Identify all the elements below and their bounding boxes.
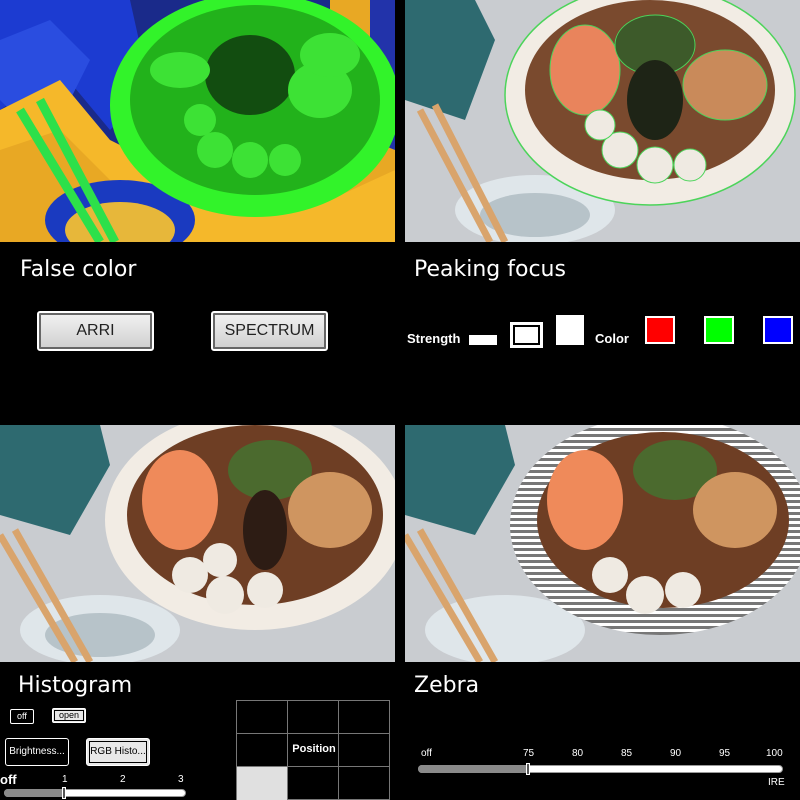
zebra-tick-85: 85 — [621, 748, 633, 759]
position-cell-mid-right[interactable] — [339, 734, 390, 767]
arri-button[interactable]: ARRI — [37, 311, 154, 351]
histogram-tick-1: 1 — [62, 774, 68, 785]
histogram-slider-handle[interactable] — [62, 787, 66, 799]
histogram-tick-3: 3 — [178, 774, 184, 785]
rgb-histogram-button[interactable]: RGB Histo... — [86, 738, 150, 766]
color-red-swatch[interactable] — [645, 316, 675, 344]
position-label: Position — [292, 743, 336, 755]
peaking-focus-title: Peaking focus — [414, 257, 566, 282]
brightness-histogram-button[interactable]: Brightness... — [5, 738, 69, 766]
strength-mid-option[interactable] — [510, 322, 543, 348]
strength-low-option[interactable] — [469, 335, 497, 345]
zebra-slider-fill — [418, 765, 528, 773]
position-cell-bottom-center[interactable] — [288, 767, 339, 800]
strength-high-option[interactable] — [556, 315, 584, 345]
histogram-title: Histogram — [18, 673, 133, 698]
color-blue-swatch[interactable] — [763, 316, 793, 344]
histogram-tick-off: off — [0, 772, 17, 787]
zebra-tick-90: 90 — [670, 748, 682, 759]
color-green-swatch[interactable] — [704, 316, 734, 344]
zebra-tick-100: 100 — [766, 748, 783, 759]
zebra-tick-off: off — [421, 748, 432, 759]
histogram-slider-fill — [4, 789, 64, 797]
false-color-preview — [0, 0, 395, 242]
zebra-slider-handle[interactable] — [526, 763, 530, 775]
position-cell-mid-left[interactable] — [237, 734, 288, 767]
histogram-tick-2: 2 — [120, 774, 126, 785]
position-cell-bottom-right[interactable] — [339, 767, 390, 800]
spectrum-button[interactable]: SPECTRUM — [211, 311, 328, 351]
zebra-preview — [405, 425, 800, 662]
false-color-title: False color — [20, 257, 137, 282]
zebra-unit-label: IRE — [768, 777, 785, 788]
position-cell-top-center[interactable] — [288, 701, 339, 734]
position-cell-top-left[interactable] — [237, 701, 288, 734]
zebra-tick-75: 75 — [523, 748, 535, 759]
position-grid[interactable]: Position — [236, 700, 390, 800]
color-label: Color — [595, 331, 629, 346]
strength-label: Strength — [407, 331, 461, 346]
zebra-tick-95: 95 — [719, 748, 731, 759]
zebra-tick-80: 80 — [572, 748, 584, 759]
position-cell-top-right[interactable] — [339, 701, 390, 734]
position-cell-bottom-left[interactable] — [237, 767, 288, 800]
peaking-focus-preview — [405, 0, 800, 242]
histogram-preview — [0, 425, 395, 662]
histogram-off-button[interactable]: off — [10, 709, 34, 724]
histogram-open-button[interactable]: open — [52, 708, 87, 723]
zebra-title: Zebra — [414, 673, 480, 698]
